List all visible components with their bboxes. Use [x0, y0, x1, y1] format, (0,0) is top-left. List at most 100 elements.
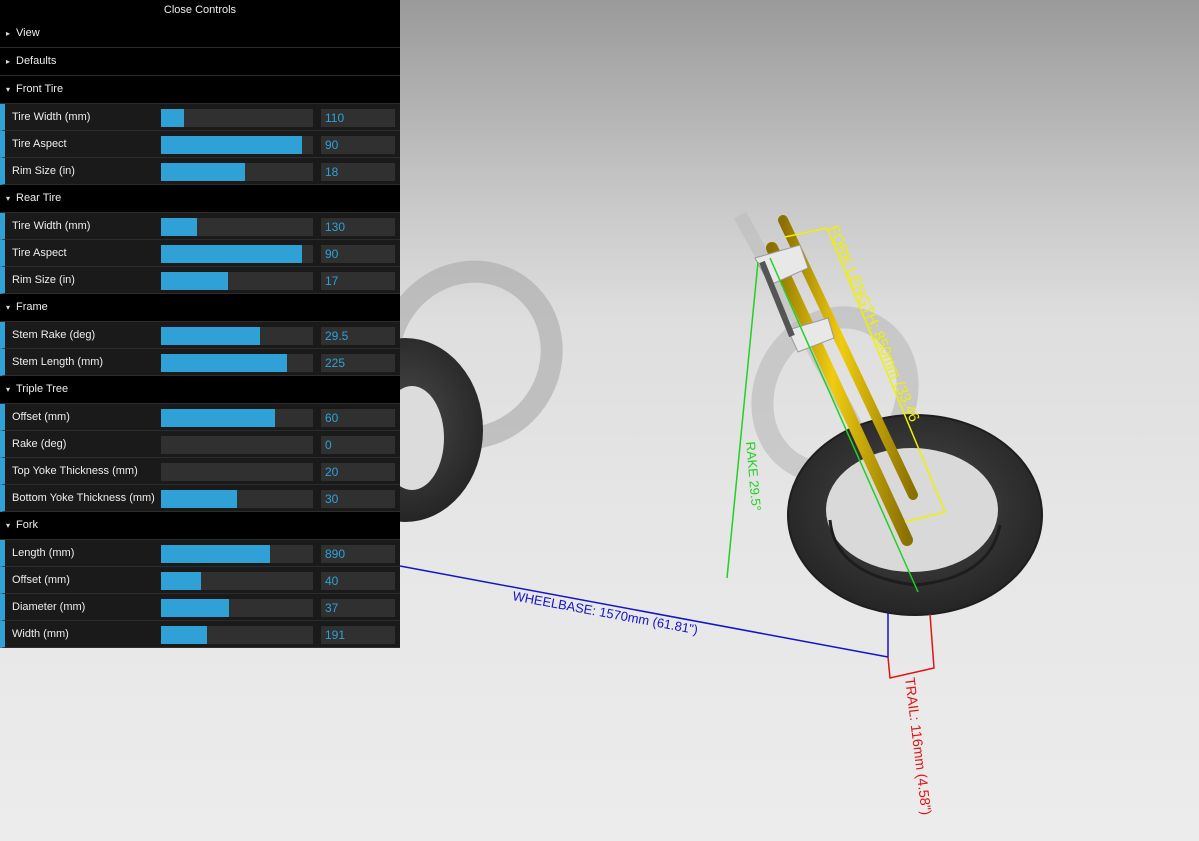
control-label: Tire Width (mm): [12, 111, 91, 123]
control-row-triple-tree-rake-deg: Rake (deg) 0: [0, 431, 400, 458]
slider-fill: [161, 354, 288, 372]
folder-title-label: Rear Tire: [16, 192, 62, 204]
number-input[interactable]: 17: [321, 272, 395, 290]
number-input[interactable]: 29.5: [321, 327, 395, 345]
folder-defaults[interactable]: ▸ Defaults: [0, 48, 400, 76]
slider[interactable]: [161, 545, 313, 563]
slider-fill: [161, 572, 201, 590]
trail-annotation: TRAIL: 116mm (4.58"): [887, 613, 935, 816]
control-row-triple-tree-offset-mm: Offset (mm) 60: [0, 404, 400, 431]
slider[interactable]: [161, 436, 313, 454]
controls-panel: Close Controls ▸ View ▸ Defaults ▾ Front Tire…: [0, 0, 400, 648]
slider[interactable]: [161, 463, 313, 481]
control-row-front-tire-tire-aspect: Tire Aspect 90: [0, 131, 400, 158]
control-row-rear-tire-rim-size-in: Rim Size (in) 17: [0, 267, 400, 294]
folder-list: ▸ View ▸ Defaults ▾ Front Tire Tire Width (mm)…: [0, 20, 400, 648]
folder-title-label: Fork: [16, 519, 38, 531]
control-label: Stem Length (mm): [12, 356, 104, 368]
slider-fill: [161, 272, 228, 290]
control-label: Length (mm): [12, 547, 75, 559]
control-row-fork-diameter-mm: Diameter (mm) 37: [0, 594, 400, 621]
caret-down-icon: ▾: [6, 521, 11, 530]
control-label: Width (mm): [12, 628, 69, 640]
slider[interactable]: [161, 136, 313, 154]
control-label: Tire Aspect: [12, 247, 67, 259]
slider[interactable]: [161, 572, 313, 590]
slider-fill: [161, 545, 271, 563]
number-input[interactable]: 37: [321, 599, 395, 617]
control-label: Diameter (mm): [12, 601, 86, 613]
number-input[interactable]: 225: [321, 354, 395, 372]
caret-right-icon: ▸: [6, 29, 11, 38]
number-input[interactable]: 110: [321, 109, 395, 127]
slider[interactable]: [161, 163, 313, 181]
control-row-front-tire-tire-width-mm: Tire Width (mm) 110: [0, 104, 400, 131]
folder-title-label: Frame: [16, 301, 48, 313]
folder-frame[interactable]: ▾ Frame: [0, 294, 400, 322]
slider-fill: [161, 409, 275, 427]
control-label: Top Yoke Thickness (mm): [12, 465, 138, 477]
folder-title-label: Triple Tree: [16, 383, 69, 395]
number-input[interactable]: 130: [321, 218, 395, 236]
slider-fill: [161, 490, 237, 508]
caret-down-icon: ▾: [6, 303, 11, 312]
number-input[interactable]: 0: [321, 436, 395, 454]
slider[interactable]: [161, 354, 313, 372]
control-row-frame-stem-length-mm: Stem Length (mm) 225: [0, 349, 400, 376]
slider[interactable]: [161, 409, 313, 427]
slider[interactable]: [161, 626, 313, 644]
control-label: Tire Aspect: [12, 138, 67, 150]
slider[interactable]: [161, 109, 313, 127]
caret-down-icon: ▾: [6, 85, 11, 94]
caret-down-icon: ▾: [6, 194, 11, 203]
control-row-triple-tree-top-yoke-thickness-mm: Top Yoke Thickness (mm) 20: [0, 458, 400, 485]
folder-front-tire[interactable]: ▾ Front Tire: [0, 76, 400, 104]
caret-down-icon: ▾: [6, 385, 11, 394]
control-row-rear-tire-tire-width-mm: Tire Width (mm) 130: [0, 213, 400, 240]
rake-label: RAKE 29.5°: [743, 441, 764, 512]
number-input[interactable]: 90: [321, 245, 395, 263]
slider-fill: [161, 163, 245, 181]
number-input[interactable]: 191: [321, 626, 395, 644]
folder-fork[interactable]: ▾ Fork: [0, 512, 400, 540]
control-label: Tire Width (mm): [12, 220, 91, 232]
slider-fill: [161, 599, 230, 617]
control-row-frame-stem-rake-deg: Stem Rake (deg) 29.5: [0, 322, 400, 349]
folder-view[interactable]: ▸ View: [0, 20, 400, 48]
control-label: Rim Size (in): [12, 165, 75, 177]
slider[interactable]: [161, 218, 313, 236]
control-row-fork-length-mm: Length (mm) 890: [0, 540, 400, 567]
folder-title-label: Front Tire: [16, 83, 64, 95]
trail-label: TRAIL: 116mm (4.58"): [902, 676, 935, 815]
number-input[interactable]: 40: [321, 572, 395, 590]
folder-title-label: View: [16, 27, 40, 39]
folder-title-label: Defaults: [16, 55, 57, 67]
slider-fill: [161, 327, 260, 345]
control-label: Rim Size (in): [12, 274, 75, 286]
control-label: Offset (mm): [12, 574, 70, 586]
caret-right-icon: ▸: [6, 57, 11, 66]
slider-fill: [161, 218, 198, 236]
slider-fill: [161, 136, 303, 154]
folder-rear-tire[interactable]: ▾ Rear Tire: [0, 185, 400, 213]
slider[interactable]: [161, 490, 313, 508]
close-controls-button[interactable]: Close Controls: [0, 0, 400, 20]
slider[interactable]: [161, 272, 313, 290]
control-label: Rake (deg): [12, 438, 67, 450]
control-label: Stem Rake (deg): [12, 329, 96, 341]
wheelbase-label: WHEELBASE: 1570mm (61.81"): [511, 588, 699, 637]
slider[interactable]: [161, 245, 313, 263]
number-input[interactable]: 60: [321, 409, 395, 427]
slider[interactable]: [161, 327, 313, 345]
control-row-front-tire-rim-size-in: Rim Size (in) 18: [0, 158, 400, 185]
slider[interactable]: [161, 599, 313, 617]
slider-fill: [161, 245, 303, 263]
number-input[interactable]: 20: [321, 463, 395, 481]
number-input[interactable]: 90: [321, 136, 395, 154]
number-input[interactable]: 30: [321, 490, 395, 508]
number-input[interactable]: 18: [321, 163, 395, 181]
control-row-triple-tree-bottom-yoke-thickness-mm: Bottom Yoke Thickness (mm) 30: [0, 485, 400, 512]
folder-triple-tree[interactable]: ▾ Triple Tree: [0, 376, 400, 404]
number-input[interactable]: 890: [321, 545, 395, 563]
wheelbase-annotation: WHEELBASE: 1570mm (61.81"): [399, 565, 889, 658]
